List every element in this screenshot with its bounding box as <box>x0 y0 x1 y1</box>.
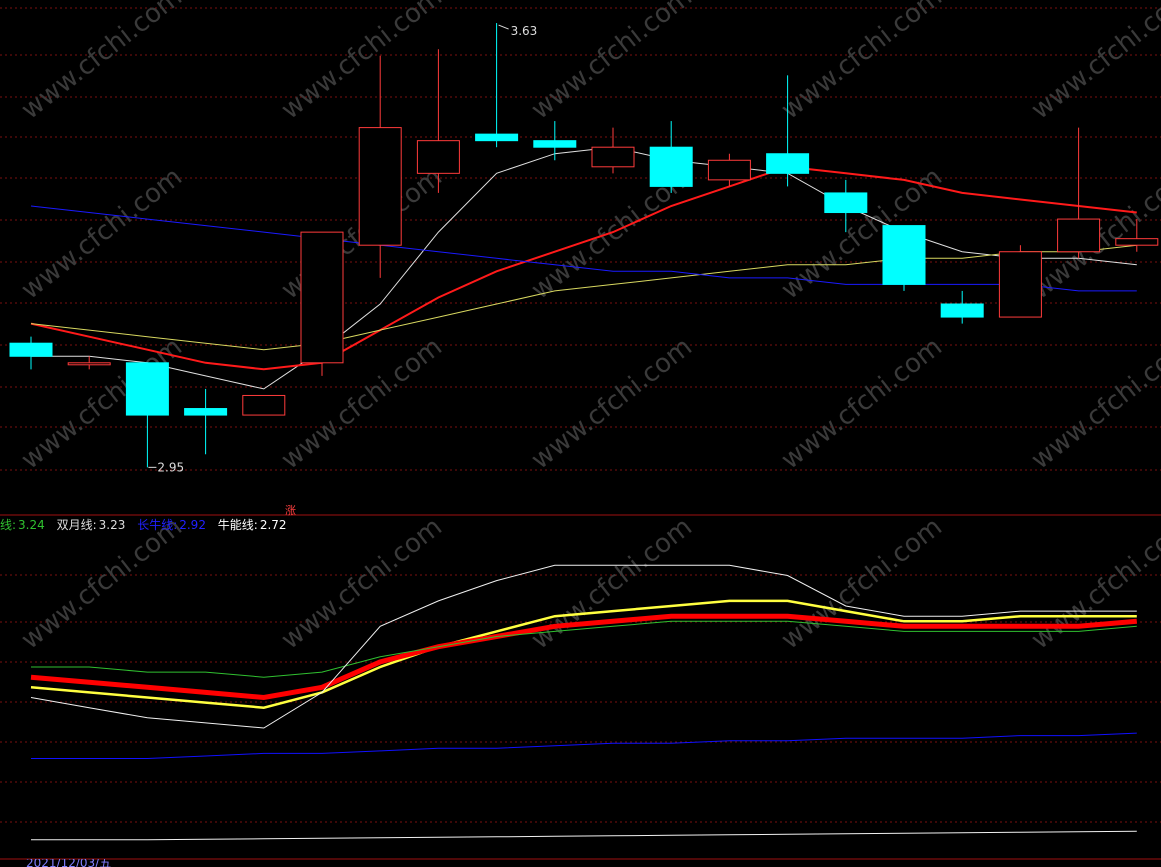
high-arrow <box>498 24 509 30</box>
watermark-layer: www.cfchi.com www.cfchi.com www.cfchi.com w… <box>16 0 1161 656</box>
candle-down <box>824 192 868 214</box>
watermark-text: www.cfchi.com <box>16 512 188 656</box>
indicator-line-5 <box>31 830 1137 841</box>
rise-flag: 涨 <box>285 504 296 517</box>
candle-down <box>649 146 693 187</box>
legend-item2-value: 3.23 <box>98 518 126 532</box>
legend-item1-name: 线: <box>0 518 17 532</box>
watermark-text: www.cfchi.com <box>16 162 188 306</box>
candle-down <box>184 408 228 416</box>
legend-item1-value: 3.24 <box>18 518 45 532</box>
watermark-text: www.cfchi.com <box>276 0 448 126</box>
candle-up <box>1115 238 1159 246</box>
watermark-text: www.cfchi.com <box>1026 332 1161 476</box>
candle-up <box>416 140 460 174</box>
candle-up <box>242 394 286 416</box>
high-label: 3.63 <box>511 24 538 38</box>
candle-up <box>358 127 402 246</box>
watermark-text: www.cfchi.com <box>526 0 698 126</box>
candle-up <box>998 251 1042 318</box>
candle-up <box>67 362 111 366</box>
indicator-line-4 <box>31 732 1137 759</box>
chart-canvas: www.cfchi.com www.cfchi.com www.cfchi.com w… <box>0 0 1161 860</box>
candle-down <box>766 153 810 174</box>
candle-down <box>940 303 984 318</box>
moving-averages <box>30 146 1137 390</box>
watermark-text: www.cfchi.com <box>1026 0 1161 126</box>
candle-down <box>125 362 169 416</box>
candle-down <box>882 225 926 285</box>
legend-item4-name: 牛能线: <box>217 518 258 532</box>
legend-item3-value: 2.92 <box>179 518 206 532</box>
watermark-text: www.cfchi.com <box>16 0 188 126</box>
candle-up <box>300 231 344 364</box>
legend-item2-name: 双月线: <box>56 518 97 532</box>
watermark-text: www.cfchi.com <box>776 332 948 476</box>
watermark-text: www.cfchi.com <box>526 332 698 476</box>
candle-down <box>475 133 519 142</box>
watermark-text: www.cfchi.com <box>776 0 948 126</box>
legend-item4-value: 2.72 <box>259 518 287 532</box>
candle-up <box>1057 218 1101 253</box>
low-label: 2.95 <box>157 460 184 474</box>
watermark-text: www.cfchi.com <box>1026 512 1161 656</box>
candle-up <box>591 146 635 168</box>
watermark-text: www.cfchi.com <box>776 512 948 656</box>
indicator-legend: 线: 3.24 双月线: 3.23 长牛线: 2.92 牛能线: 2.72 <box>0 516 289 533</box>
date-bar: 2021/12/03/五 <box>0 859 1161 867</box>
date-label: 2021/12/03/五 <box>26 859 112 867</box>
legend-item3-name: 长牛线: <box>137 518 178 532</box>
candle-down <box>9 342 53 357</box>
candle-up <box>707 159 751 181</box>
indicator-line-2 <box>31 620 1137 678</box>
watermark-text: www.cfchi.com <box>276 512 448 656</box>
candle-down <box>533 140 577 148</box>
watermark-text: www.cfchi.com <box>526 512 698 656</box>
